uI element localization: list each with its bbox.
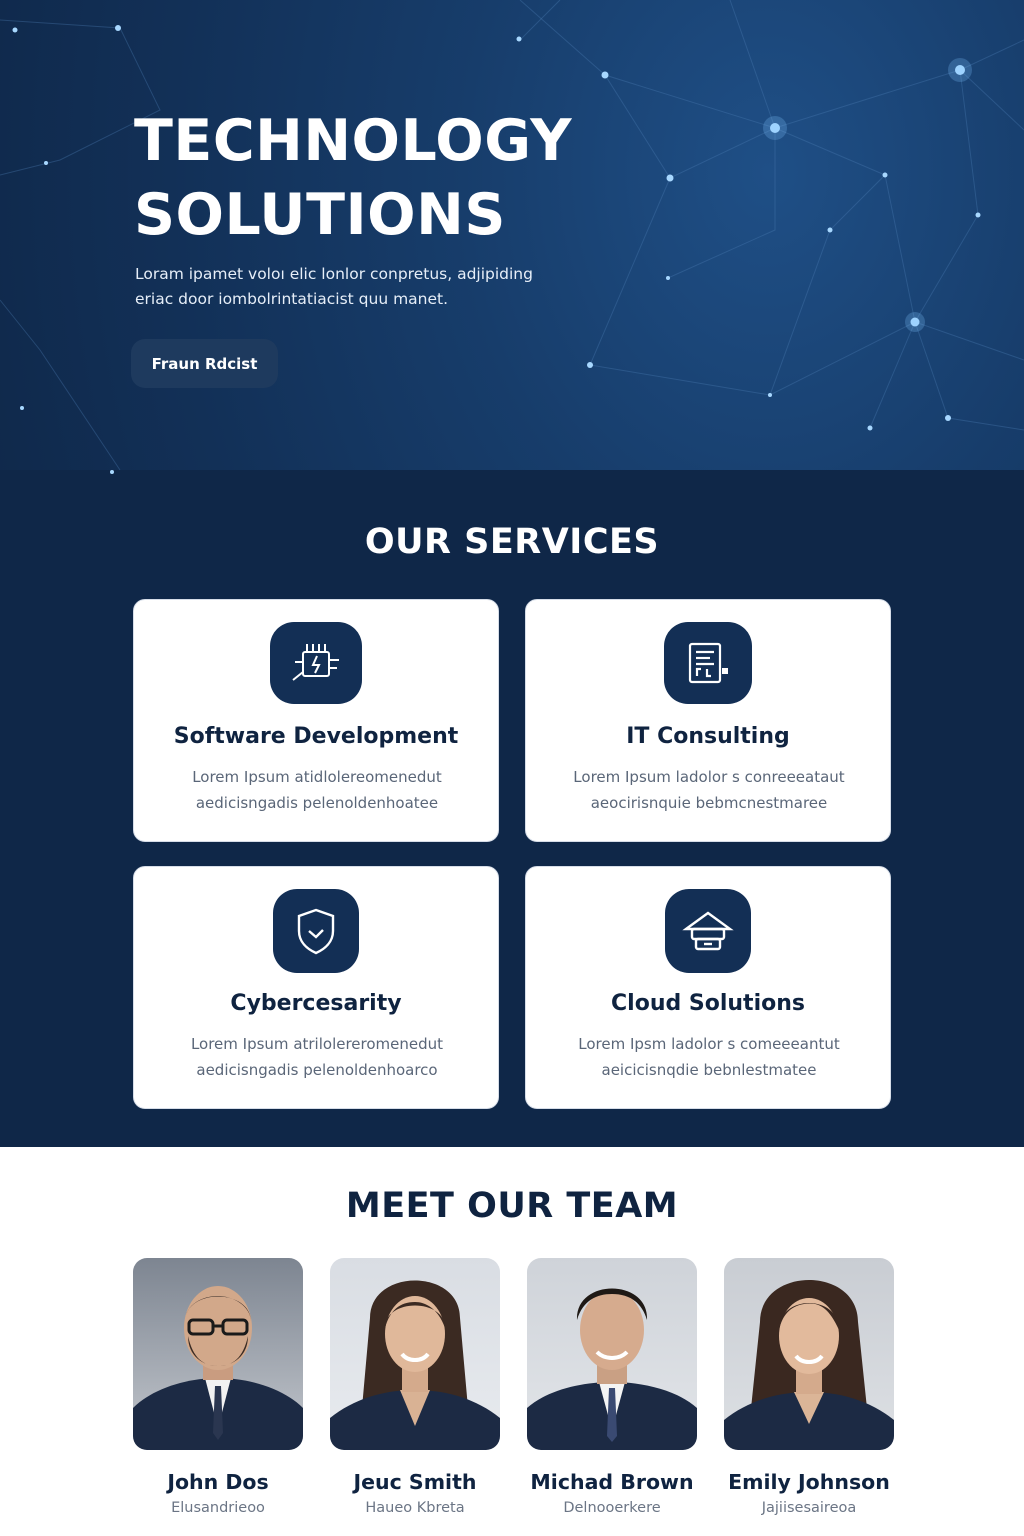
hero-title-line1: TECHNOLOGY: [134, 108, 573, 174]
services-title: OUR SERVICES: [364, 522, 660, 562]
hero-cta-button[interactable]: Fraun Rdcist: [131, 339, 278, 388]
service-description: Lorem Ipsum ladolor s conreeeataut aeoci…: [573, 768, 845, 812]
service-title: Cybercesarity: [230, 991, 402, 1016]
team-member-card[interactable]: Emily Johnson Jajiisesaireoa: [724, 1258, 894, 1516]
hero-title-line2: SOLUTIONS: [134, 182, 506, 248]
shield-icon: [273, 889, 359, 973]
hero-description: Loram ipamet voloı elic lonlor conpretus…: [135, 265, 533, 308]
member-role: Delnooerkere: [563, 1500, 661, 1516]
member-photo: [133, 1258, 303, 1450]
service-card-it-consulting[interactable]: IT Consulting Lorem Ipsum ladolor s conr…: [525, 599, 891, 842]
chip-icon: [270, 622, 362, 704]
member-role: Elusandrieoo: [171, 1500, 265, 1516]
service-card-cybersecurity[interactable]: Cybercesarity Lorem Ipsum atrilolererome…: [133, 866, 499, 1109]
team-member-card[interactable]: Jeuc Smith Haueo Kbreta: [330, 1258, 500, 1516]
hero-title: TECHNOLOGY SOLUTIONS: [134, 104, 572, 252]
person-avatar-icon: [330, 1280, 500, 1450]
document-board-icon: [664, 622, 752, 704]
service-card-software-development[interactable]: Software Development Lorem Ipsum atidlol…: [133, 599, 499, 842]
person-avatar-icon: [724, 1280, 894, 1450]
team-title: MEET OUR TEAM: [345, 1186, 679, 1226]
service-title: Cloud Solutions: [611, 991, 805, 1016]
team-member-card[interactable]: Michad Brown Delnooerkere: [527, 1258, 697, 1516]
person-avatar-icon: [133, 1286, 303, 1450]
member-role: Haueo Kbreta: [365, 1500, 465, 1516]
hero-section: TECHNOLOGY SOLUTIONS Loram ipamet voloı …: [0, 0, 1024, 1147]
service-description: Lorem Ipsum atidlolereomenedut aedicisng…: [192, 768, 442, 812]
cloud-home-icon: [665, 889, 751, 973]
person-avatar-icon: [527, 1288, 697, 1450]
member-name: Michad Brown: [530, 1470, 694, 1494]
member-photo: [330, 1258, 500, 1450]
service-title: Software Development: [173, 724, 459, 749]
member-name: Jeuc Smith: [353, 1470, 477, 1494]
page: TECHNOLOGY SOLUTIONS Loram ipamet voloı …: [0, 0, 1024, 1536]
service-title: IT Consulting: [626, 724, 790, 749]
member-name: Emily Johnson: [728, 1470, 890, 1494]
member-photo: [527, 1258, 697, 1450]
member-role: Jajiisesaireoa: [761, 1500, 857, 1516]
service-description: Lorem Ipsm ladolor s comeeeantut aeicici…: [578, 1035, 840, 1079]
service-card-cloud-solutions[interactable]: Cloud Solutions Lorem Ipsm ladolor s com…: [525, 866, 891, 1109]
member-photo: [724, 1258, 894, 1450]
team-member-card[interactable]: John Dos Elusandrieoo: [133, 1258, 303, 1516]
member-name: John Dos: [167, 1470, 269, 1494]
service-description: Lorem Ipsum atrilolereromenedut aedicisn…: [190, 1035, 444, 1079]
